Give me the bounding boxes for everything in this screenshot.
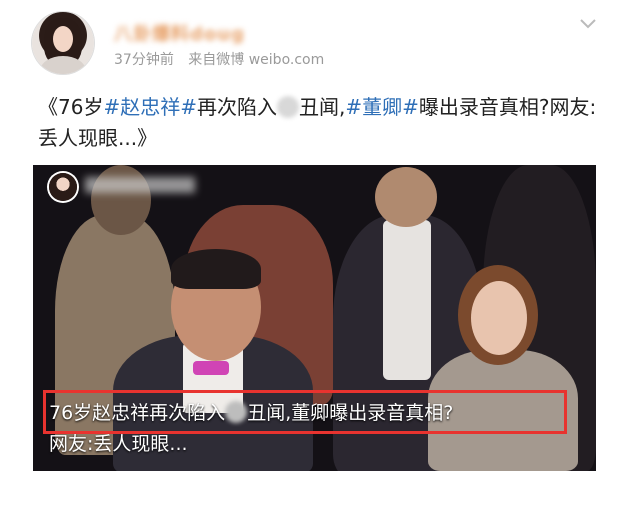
video-caption: 76岁赵忠祥再次陷入 丑闻,董卿曝出录音真相? 网友:丢人现眼... [49, 398, 589, 460]
post-source[interactable]: 来自微博 weibo.com [188, 52, 324, 68]
headline-text-1: 《76岁 [38, 95, 104, 119]
headline-text-2: 再次陷入 [196, 95, 277, 119]
card-user-name-blurred [85, 177, 195, 193]
post-meta: 37分钟前 来自微博 weibo.com [114, 49, 324, 69]
bowtie [193, 361, 229, 375]
card-avatar [49, 173, 77, 201]
post-headline: 《76岁#赵忠祥#再次陷入 丑闻,#董卿#曝出录音真相?网友:丢人现眼...》 [38, 92, 598, 154]
video-card[interactable]: 76岁赵忠祥再次陷入 丑闻,董卿曝出录音真相? 网友:丢人现眼... [33, 165, 596, 471]
hashtag-zhao[interactable]: #赵忠祥# [103, 95, 197, 119]
shirt [383, 220, 431, 380]
post-time: 37分钟前 [114, 52, 174, 68]
person-suit-head [375, 167, 437, 227]
woman-face [471, 281, 527, 355]
caption-text-1a: 76岁赵忠祥再次陷入 [49, 402, 226, 424]
avatar-face [53, 26, 73, 52]
man-hair [171, 249, 261, 289]
censor-mosaic [276, 96, 299, 118]
hashtag-dong[interactable]: #董卿# [345, 95, 419, 119]
avatar[interactable] [32, 12, 94, 74]
person-left-head [91, 165, 151, 235]
chevron-down-icon[interactable] [578, 16, 598, 32]
user-name[interactable]: 八卦爆料doug [114, 20, 245, 46]
caption-text-2: 网友:丢人现眼... [49, 433, 188, 455]
caption-text-1b: 丑闻,董卿曝出录音真相? [247, 402, 454, 424]
weibo-post: 八卦爆料doug 37分钟前 来自微博 weibo.com 《76岁#赵忠祥#再… [0, 0, 629, 510]
headline-text-3: 丑闻, [298, 95, 346, 119]
caption-censor-mosaic [225, 401, 248, 423]
